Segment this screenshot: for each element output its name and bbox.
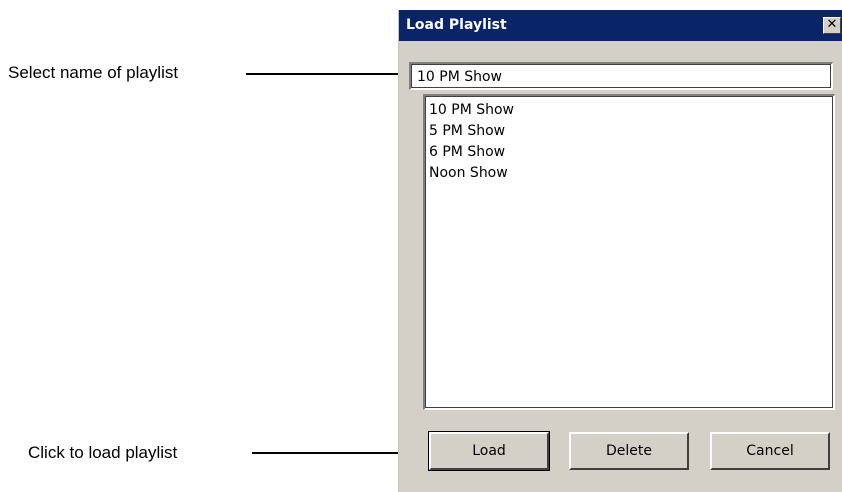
load-button[interactable]: Load <box>428 431 550 471</box>
select-name-leader-line <box>246 73 408 75</box>
list-item[interactable]: 10 PM Show <box>429 100 834 121</box>
load-playlist-dialog: Load Playlist ✕ 10 PM Show 10 PM Show 5 … <box>398 10 842 492</box>
dialog-title: Load Playlist <box>406 17 507 33</box>
list-item[interactable]: Noon Show <box>429 163 834 184</box>
close-icon: ✕ <box>826 17 838 32</box>
page: { "annotations": { "select_name": "Selec… <box>0 0 842 492</box>
close-button[interactable]: ✕ <box>823 17 841 34</box>
click-load-annotation: Click to load playlist <box>28 443 178 462</box>
list-item[interactable]: 5 PM Show <box>429 121 834 142</box>
click-load-leader-line <box>252 452 408 454</box>
delete-button[interactable]: Delete <box>569 432 689 470</box>
playlist-name-field[interactable]: 10 PM Show <box>409 62 833 90</box>
cancel-button[interactable]: Cancel <box>710 432 830 470</box>
dialog-titlebar[interactable]: Load Playlist ✕ <box>399 10 842 41</box>
list-item[interactable]: 6 PM Show <box>429 142 834 163</box>
playlist-listbox[interactable]: 10 PM Show 5 PM Show 6 PM Show Noon Show <box>423 94 835 410</box>
select-name-annotation: Select name of playlist <box>8 63 179 82</box>
